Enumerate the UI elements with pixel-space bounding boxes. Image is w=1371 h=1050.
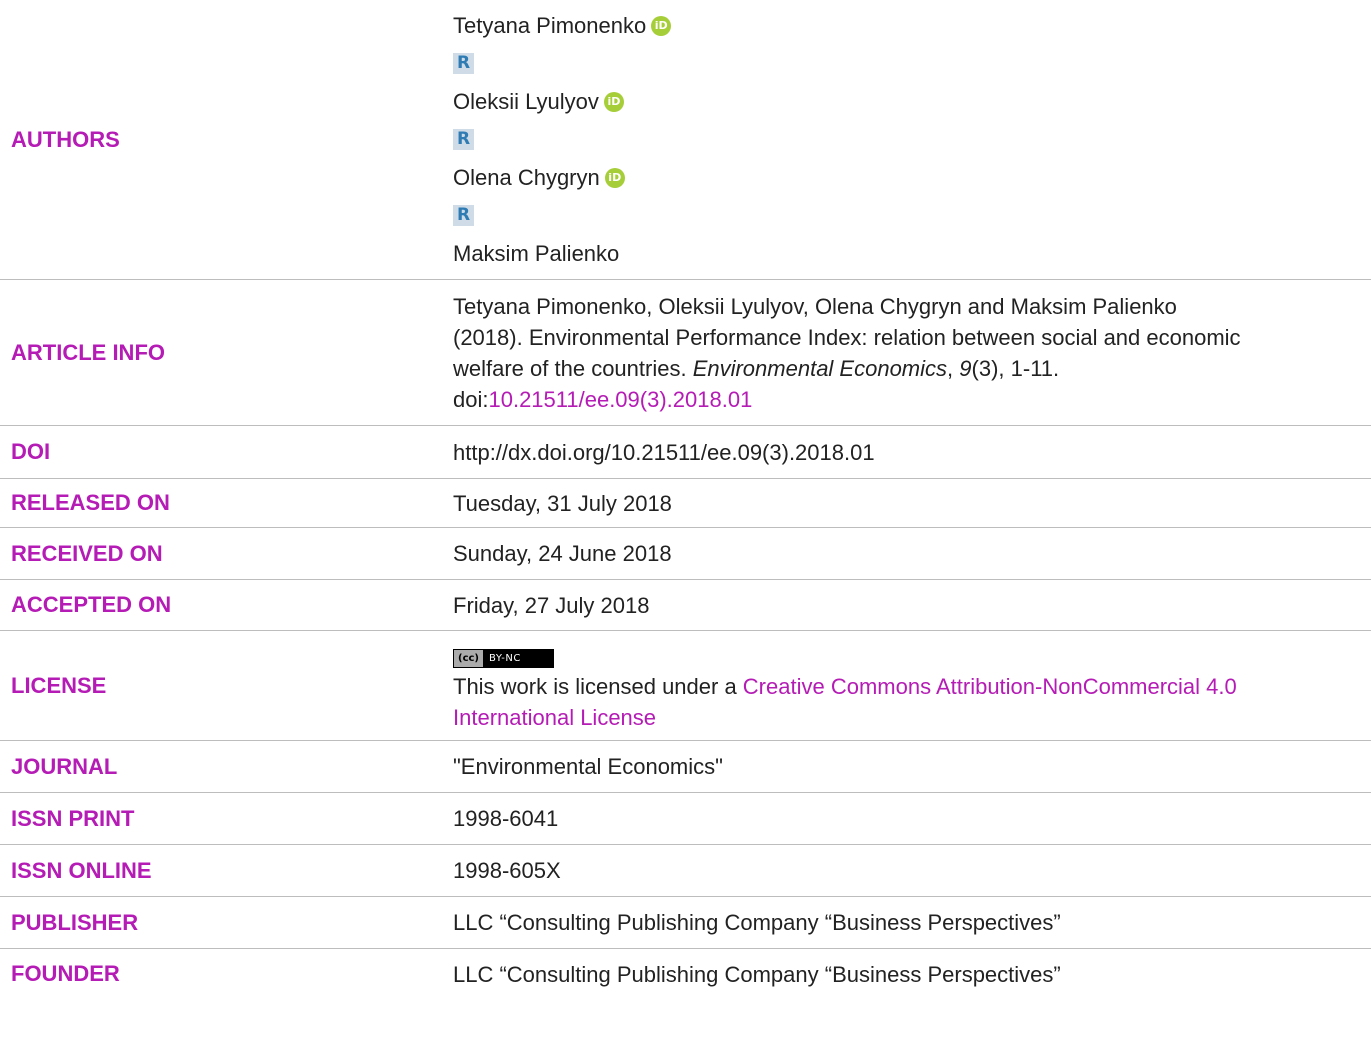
authors-label: AUTHORS xyxy=(11,126,120,152)
publisher-label: PUBLISHER xyxy=(11,909,139,935)
article-info-label: ARTICLE INFO xyxy=(11,339,165,365)
author-item: Olena Chygryn iD xyxy=(453,159,1371,197)
researchgate-icon[interactable]: R xyxy=(453,53,474,74)
article-metadata-table: AUTHORS Tetyana Pimonenko iD R Oleksii L… xyxy=(0,0,1371,999)
row-founder: FOUNDER LLC “Consulting Publishing Compa… xyxy=(0,949,1371,999)
article-info-citation: Tetyana Pimonenko, Oleksii Lyulyov, Olen… xyxy=(453,291,1371,415)
citation-line: Tetyana Pimonenko, Oleksii Lyulyov, Olen… xyxy=(453,293,1177,319)
citation-line: doi:10.21511/ee.09(3).2018.01 xyxy=(453,384,1371,415)
author-name[interactable]: Maksim Palienko xyxy=(453,238,619,269)
released-on-value: Tuesday, 31 July 2018 xyxy=(453,490,672,516)
authors-list: Tetyana Pimonenko iD R Oleksii Lyulyov i… xyxy=(453,7,1371,273)
row-received-on: RECEIVED ON Sunday, 24 June 2018 xyxy=(0,528,1371,580)
author-researchgate: R xyxy=(453,45,1371,83)
issn-online-label: ISSN ONLINE xyxy=(11,857,152,883)
journal-value: "Environmental Economics" xyxy=(453,754,723,779)
license-text-line: This work is licensed under a Creative C… xyxy=(453,671,1371,702)
row-doi: DOI http://dx.doi.org/10.21511/ee.09(3).… xyxy=(0,426,1371,479)
cc-badge-left: (cc) xyxy=(454,650,483,667)
row-accepted-on: ACCEPTED ON Friday, 27 July 2018 xyxy=(0,580,1371,631)
publisher-value: LLC “Consulting Publishing Company “Busi… xyxy=(453,910,1061,935)
founder-label: FOUNDER xyxy=(11,961,120,986)
received-on-label: RECEIVED ON xyxy=(11,540,163,566)
license-label: LICENSE xyxy=(11,672,107,698)
author-item: Oleksii Lyulyov iD xyxy=(453,83,1371,121)
researchgate-icon[interactable]: R xyxy=(453,205,474,226)
license-value: (cc) BY-NC This work is licensed under a… xyxy=(453,638,1371,733)
row-license: LICENSE (cc) BY-NC This work is licensed… xyxy=(0,631,1371,741)
row-issn-online: ISSN ONLINE 1998-605X xyxy=(0,845,1371,897)
orcid-icon[interactable]: iD xyxy=(651,15,672,36)
doi-link[interactable]: 10.21511/ee.09(3).2018.01 xyxy=(488,387,752,412)
row-publisher: PUBLISHER LLC “Consulting Publishing Com… xyxy=(0,897,1371,949)
cc-by-nc-badge[interactable]: (cc) BY-NC xyxy=(453,649,554,668)
cc-badge-right: BY-NC xyxy=(483,650,553,667)
author-name[interactable]: Oleksii Lyulyov xyxy=(453,86,599,117)
author-researchgate: R xyxy=(453,121,1371,159)
received-on-value: Sunday, 24 June 2018 xyxy=(453,541,672,566)
doi-value: http://dx.doi.org/10.21511/ee.09(3).2018… xyxy=(453,439,875,465)
citation-journal: Environmental Economics xyxy=(692,355,948,381)
citation-sep: , xyxy=(947,355,960,381)
license-link-continued[interactable]: International License xyxy=(453,705,656,730)
researchgate-icon[interactable]: R xyxy=(453,129,474,150)
author-researchgate: R xyxy=(453,197,1371,235)
author-item: Maksim Palienko xyxy=(453,235,1371,273)
issn-print-value: 1998-6041 xyxy=(453,806,559,831)
issn-print-label: ISSN PRINT xyxy=(11,805,135,831)
founder-value: LLC “Consulting Publishing Company “Busi… xyxy=(453,961,1061,987)
citation-line: welfare of the countries. Environmental … xyxy=(453,353,1371,384)
doi-label: DOI xyxy=(11,439,51,464)
citation-text: welfare of the countries. xyxy=(453,355,693,381)
issn-online-value: 1998-605X xyxy=(453,858,561,883)
row-released-on: RELEASED ON Tuesday, 31 July 2018 xyxy=(0,479,1371,528)
accepted-on-value: Friday, 27 July 2018 xyxy=(453,592,650,618)
doi-prefix: doi: xyxy=(453,386,489,412)
citation-issue-pages: (3), 1-11. xyxy=(971,355,1060,381)
license-link[interactable]: Creative Commons Attribution-NonCommerci… xyxy=(743,674,1237,699)
row-journal: JOURNAL "Environmental Economics" xyxy=(0,741,1371,793)
license-text: This work is licensed under a xyxy=(453,674,743,699)
journal-label: JOURNAL xyxy=(11,753,118,779)
author-name[interactable]: Tetyana Pimonenko xyxy=(453,10,646,41)
row-issn-print: ISSN PRINT 1998-6041 xyxy=(0,793,1371,845)
citation-volume: 9 xyxy=(959,355,972,381)
released-on-label: RELEASED ON xyxy=(11,490,170,515)
citation-line: (2018). Environmental Performance Index:… xyxy=(453,324,1241,350)
author-name[interactable]: Olena Chygryn xyxy=(453,162,600,193)
author-item: Tetyana Pimonenko iD xyxy=(453,7,1371,45)
accepted-on-label: ACCEPTED ON xyxy=(11,592,172,617)
license-text-line: International License xyxy=(453,702,1371,733)
orcid-icon[interactable]: iD xyxy=(603,91,624,112)
orcid-icon[interactable]: iD xyxy=(604,167,625,188)
row-article-info: ARTICLE INFO Tetyana Pimonenko, Oleksii … xyxy=(0,280,1371,426)
row-authors: AUTHORS Tetyana Pimonenko iD R Oleksii L… xyxy=(0,0,1371,280)
